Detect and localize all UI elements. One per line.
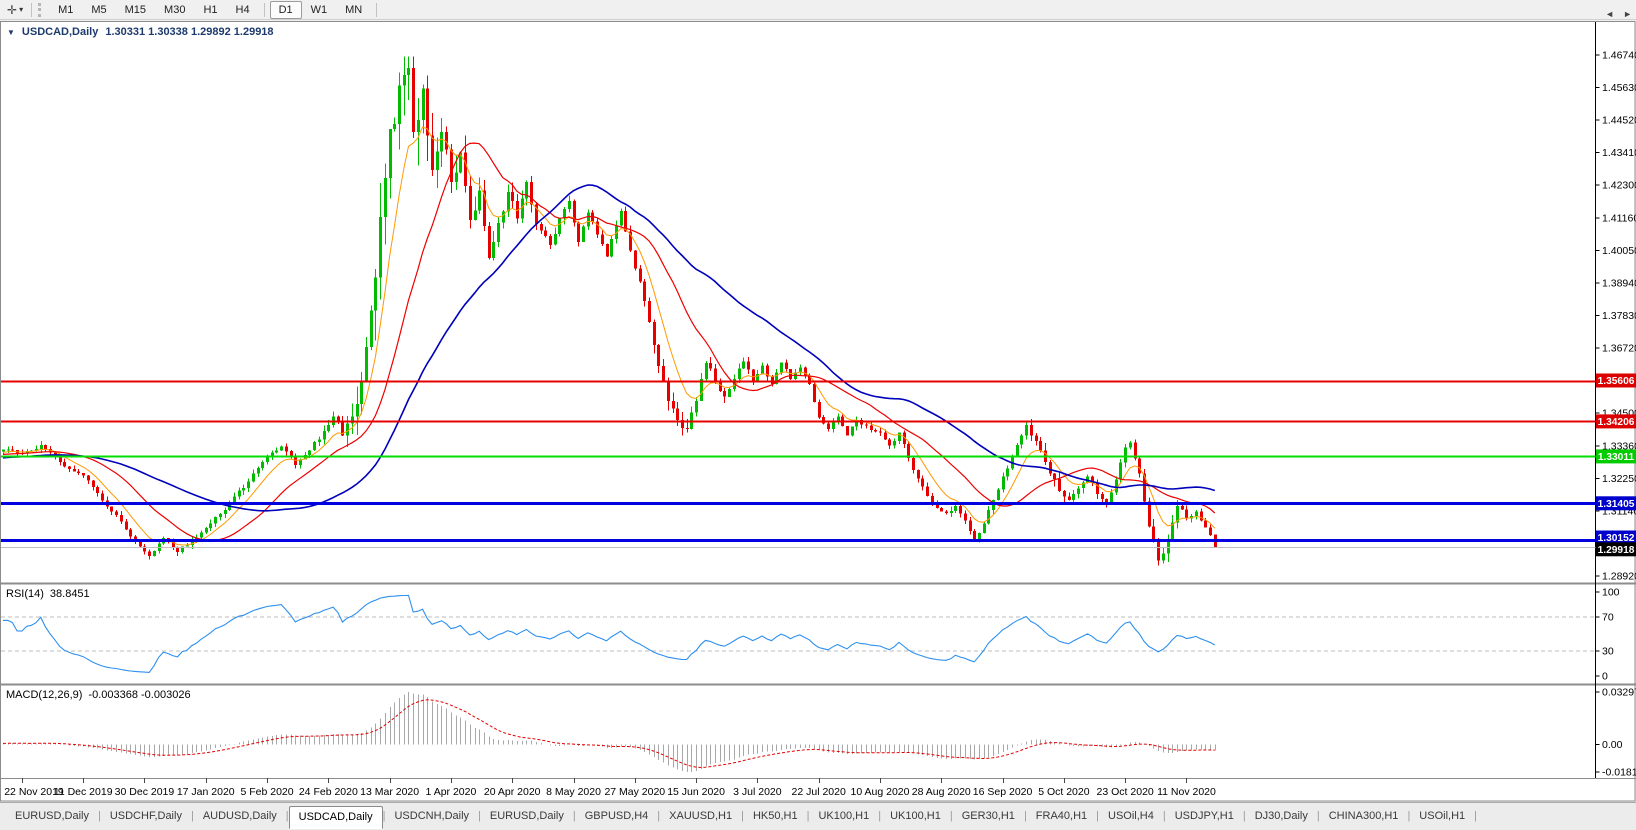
chevron-down-icon[interactable]: ▾ <box>19 5 26 14</box>
timeframe-button-m1[interactable]: M1 <box>49 1 82 19</box>
symbol-tab-usoil-h4[interactable]: USOil,H4 <box>1099 806 1163 826</box>
symbol-tab-bar: EURUSD,Daily | USDCHF,Daily | AUDUSD,Daily | U… <box>0 802 1636 830</box>
symbol-tab-gbpusd-h4[interactable]: GBPUSD,H4 <box>576 806 658 826</box>
crosshair-icon[interactable]: ✛ <box>5 1 19 19</box>
symbol-tab-fra40-h1[interactable]: FRA40,H1 <box>1027 806 1096 826</box>
tab-separator: | <box>1474 810 1477 822</box>
symbol-tab-usdcnh-daily[interactable]: USDCNH,Daily <box>385 806 478 826</box>
tab-scroll-left-icon[interactable]: ◄ <box>1605 9 1614 19</box>
symbol-tab-china300-h1[interactable]: CHINA300,H1 <box>1320 806 1408 826</box>
timeframe-button-h4[interactable]: H4 <box>227 1 259 19</box>
symbol-tab-uk100-h1[interactable]: UK100,H1 <box>809 806 878 826</box>
rsi-value: 38.8451 <box>49 588 90 600</box>
timeframe-button-h1[interactable]: H1 <box>194 1 226 19</box>
symbol-tab-ger30-h1[interactable]: GER30,H1 <box>953 806 1024 826</box>
tab-scroll-arrows: ◄ ► <box>1605 9 1632 19</box>
chart-window <box>0 21 1635 801</box>
symbol-tab-usdchf-daily[interactable]: USDCHF,Daily <box>101 806 191 826</box>
symbol-tab-eurusd-daily[interactable]: EURUSD,Daily <box>6 806 98 826</box>
toolbar-separator <box>376 2 378 17</box>
symbol-tab-usoil-h1[interactable]: USOil,H1 <box>1410 806 1474 826</box>
timeframe-button-m5[interactable]: M5 <box>82 1 115 19</box>
chart-ohlc-values: 1.30331 1.30338 1.29892 1.29918 <box>105 26 274 38</box>
symbol-tab-usdjpy-h1[interactable]: USDJPY,H1 <box>1166 806 1243 826</box>
chart-title: ▼ USDCAD,Daily 1.30331 1.30338 1.29892 1… <box>7 26 274 39</box>
symbol-tab-usdcad-daily[interactable]: USDCAD,Daily <box>288 806 383 829</box>
tab-scroll-right-icon[interactable]: ► <box>1623 9 1632 19</box>
toolbar-grip[interactable] <box>38 2 44 17</box>
macd-label: MACD(12,26,9) <box>6 689 83 701</box>
timeframe-button-m30[interactable]: M30 <box>155 1 194 19</box>
symbol-tab-hk50-h1[interactable]: HK50,H1 <box>744 806 807 826</box>
timeframe-button-d1[interactable]: D1 <box>269 0 302 19</box>
rsi-caption: RSI(14) 38.8451 <box>6 588 90 600</box>
timeframe-button-mn[interactable]: MN <box>336 1 371 19</box>
chart-symbol-period: USDCAD,Daily <box>21 26 99 38</box>
trading-platform-window: ✛ ▾ M1M5M15M30H1H4D1W1MN 1.467401.456301… <box>0 0 1636 830</box>
symbol-tab-eurusd-daily[interactable]: EURUSD,Daily <box>481 806 573 826</box>
rsi-label: RSI(14) <box>6 588 44 600</box>
macd-values: -0.003368 -0.003026 <box>88 689 191 701</box>
macd-caption: MACD(12,26,9) -0.003368 -0.003026 <box>6 689 191 701</box>
symbol-tab-dj30-daily[interactable]: DJ30,Daily <box>1246 806 1317 826</box>
symbol-tab-audusd-daily[interactable]: AUDUSD,Daily <box>194 806 286 826</box>
toolbar-separator <box>31 2 33 17</box>
collapse-arrow-icon[interactable]: ▼ <box>7 26 15 39</box>
timeframe-button-w1[interactable]: W1 <box>302 1 337 19</box>
timeframe-toolbar: ✛ ▾ M1 M5 M15 M30 H1 H4 D1 W1 MN <box>0 0 1636 20</box>
toolbar-separator <box>263 2 265 17</box>
timeframe-button-m15[interactable]: M15 <box>116 1 155 19</box>
symbol-tab-xauusd-h1[interactable]: XAUUSD,H1 <box>660 806 741 826</box>
symbol-tab-uk100-h1[interactable]: UK100,H1 <box>881 806 950 826</box>
